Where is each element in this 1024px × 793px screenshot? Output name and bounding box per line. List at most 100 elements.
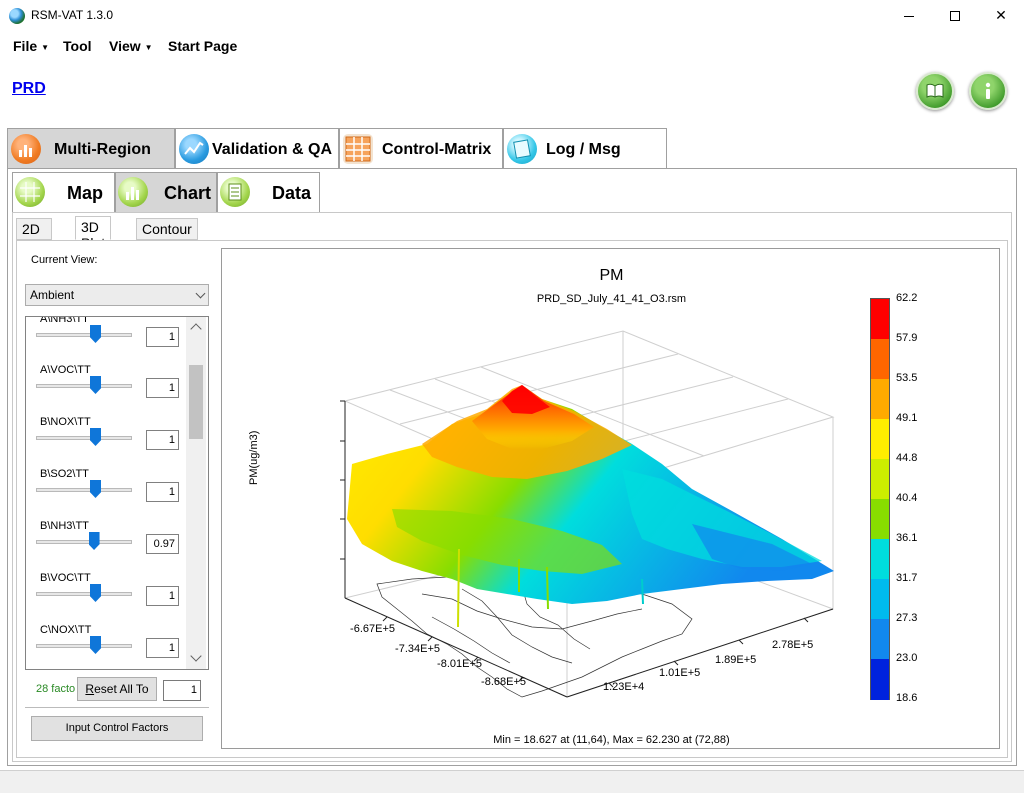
factor-value-input[interactable]: 1 (146, 378, 179, 398)
factor-value-input[interactable]: 1 (146, 482, 179, 502)
divider (25, 707, 209, 708)
factor-slider-track[interactable] (36, 644, 132, 648)
color-legend-segment (871, 339, 889, 380)
scroll-up-icon[interactable] (190, 323, 202, 335)
factor-value-input[interactable]: 1 (146, 430, 179, 450)
factor-slider-thumb[interactable] (90, 325, 101, 343)
factor-label: B\VOC\TT (40, 572, 91, 584)
control-factor-row: A\VOC\TT 1 (26, 364, 186, 416)
input-control-factors-button[interactable]: Input Control Factors (31, 716, 203, 741)
current-view-label: Current View: (31, 254, 98, 266)
color-legend-label: 49.1 (896, 412, 918, 424)
y-tick-label: 1.89E+5 (715, 654, 756, 666)
color-legend-label: 40.4 (896, 492, 918, 504)
factor-value-input[interactable]: 0.97 (146, 534, 179, 554)
close-button[interactable]: ✕ (978, 0, 1024, 30)
tab-chart[interactable]: Chart (115, 172, 217, 212)
color-legend-segment (871, 659, 889, 700)
control-factor-row: B\NH3\TT 0.97 (26, 520, 186, 572)
reset-all-button[interactable]: Reset All To (77, 677, 157, 701)
factor-count: 28 facto (36, 683, 76, 695)
maximize-icon (950, 11, 960, 22)
y-tick-label: 2.78E+5 (772, 639, 813, 651)
map-grid-icon (15, 177, 45, 207)
x-tick-label: -8.68E+5 (481, 676, 526, 688)
current-view-select[interactable]: Ambient (25, 284, 209, 306)
factor-value-input[interactable]: 1 (146, 638, 179, 658)
control-factor-list: A\NH3\TT 1 A\VOC\TT 1 B\NOX\TT 1 B\SO2\TT 1 B\NH… (25, 316, 209, 670)
factor-slider-thumb[interactable] (90, 584, 101, 602)
tab-label: Log / Msg (546, 141, 621, 158)
region-link[interactable]: PRD (12, 80, 46, 98)
tab-map[interactable]: Map (12, 172, 115, 212)
factor-slider-track[interactable] (36, 333, 132, 337)
bar-chart-icon (11, 134, 41, 164)
table-grid-icon (343, 134, 373, 164)
factor-slider-thumb[interactable] (90, 376, 101, 394)
tab-contour-plot[interactable]: Contour Plot (136, 218, 198, 253)
tab-data[interactable]: Data (217, 172, 320, 212)
tab-label: Validation & QA (212, 141, 333, 158)
log-icon (507, 134, 537, 164)
factor-slider-thumb[interactable] (90, 480, 101, 498)
z-axis-ticks (340, 400, 346, 598)
color-legend (870, 298, 890, 700)
manual-button[interactable] (916, 72, 954, 110)
scroll-thumb[interactable] (189, 365, 203, 439)
menu-tool[interactable]: Tool (63, 38, 92, 54)
factor-label: B\NOX\TT (40, 416, 91, 428)
vertical-scrollbar[interactable] (186, 317, 206, 669)
control-factor-row: B\VOC\TT 1 (26, 572, 186, 624)
title-bar: RSM-VAT 1.3.0 ✕ (0, 0, 1024, 32)
factor-value-input[interactable]: 1 (146, 586, 179, 606)
factor-slider-track[interactable] (36, 436, 132, 440)
minimize-button[interactable] (886, 0, 932, 30)
color-legend-label: 53.5 (896, 372, 918, 384)
tab-label: Map (67, 183, 103, 203)
reset-value-input[interactable]: 1 (163, 680, 201, 701)
x-tick-labels: -6.67E+5 -7.34E+5 -8.01E+5 -8.68E+5 (350, 623, 526, 688)
info-icon (985, 82, 991, 99)
y-tick-label: 1.23E+4 (603, 681, 644, 693)
color-legend-label: 62.2 (896, 292, 918, 304)
tab-control-matrix[interactable]: Control-Matrix (339, 128, 503, 168)
color-legend-segment (871, 619, 889, 660)
color-legend-segment (871, 419, 889, 460)
scroll-down-icon[interactable] (190, 650, 202, 662)
chart-title: PM (599, 267, 624, 284)
menu-view[interactable]: View ▼ (109, 38, 153, 54)
tab-validation-qa[interactable]: Validation & QA (175, 128, 339, 168)
tab-3d-plot[interactable]: 3D Plot (75, 216, 112, 251)
factor-label: B\SO2\TT (40, 468, 89, 480)
tab-label: Control-Matrix (382, 141, 492, 158)
trend-line-icon (179, 134, 209, 164)
factor-slider-thumb[interactable] (90, 636, 101, 654)
tab-2d-plot[interactable]: 2D Plot (16, 218, 53, 253)
tab-multi-region[interactable]: Multi-Region (7, 128, 175, 168)
color-legend-segment (871, 299, 889, 340)
factor-slider-thumb[interactable] (88, 532, 100, 550)
menu-start-page[interactable]: Start Page (168, 38, 237, 54)
factor-label: A\VOC\TT (40, 364, 91, 376)
factor-slider-track[interactable] (36, 540, 132, 544)
factor-label: C\NOX\TT (40, 624, 92, 636)
control-factor-row: B\SO2\TT 1 (26, 468, 186, 520)
tab-label: Data (272, 183, 312, 203)
factor-slider-track[interactable] (36, 488, 132, 492)
color-legend-segment (871, 459, 889, 500)
close-icon: ✕ (995, 7, 1007, 23)
current-view-value: Ambient (30, 288, 75, 302)
maximize-button[interactable] (932, 0, 978, 30)
factor-slider-track[interactable] (36, 384, 132, 388)
factor-value-input[interactable]: 1 (146, 327, 179, 347)
tab-log-msg[interactable]: Log / Msg (503, 128, 667, 168)
chart-icon (118, 177, 148, 207)
menu-file[interactable]: File ▼ (13, 38, 49, 54)
pm-surface (347, 385, 834, 628)
control-factor-row: A\NH3\TT 1 (26, 317, 186, 365)
color-legend-label: 31.7 (896, 572, 918, 584)
factor-slider-track[interactable] (36, 592, 132, 596)
about-button[interactable] (969, 72, 1007, 110)
caret-down-icon: ▼ (144, 42, 153, 52)
factor-slider-thumb[interactable] (90, 428, 101, 446)
